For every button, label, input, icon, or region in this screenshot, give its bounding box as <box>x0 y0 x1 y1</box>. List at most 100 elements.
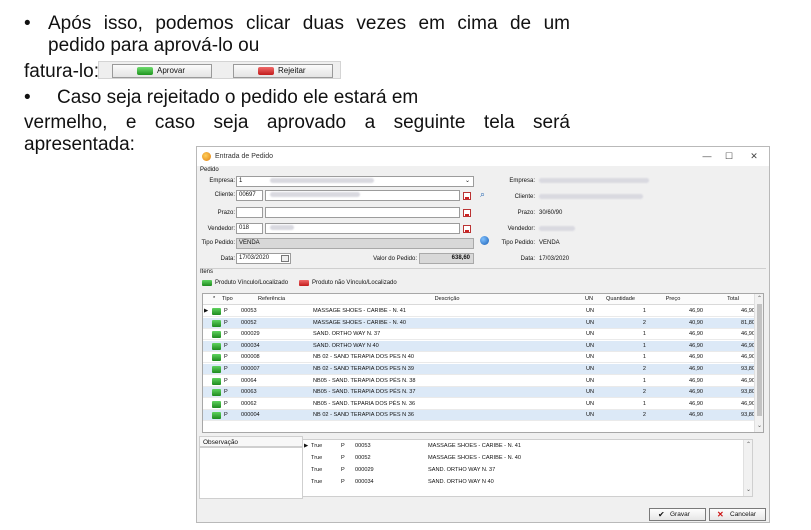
cell-descricao: MASSAGE SHOES - CARIBE - N. 41 <box>428 443 521 449</box>
cell-tipo: P <box>224 366 228 372</box>
prazo-code-input[interactable] <box>236 207 263 218</box>
tipo-pedido-field[interactable]: VENDA <box>236 238 474 249</box>
col-referencia[interactable]: Referência <box>258 294 308 305</box>
table-row[interactable]: P 000029 SAND. ORTHO WAY N. 37 UN 1 46,90 46,9… <box>203 329 755 341</box>
reject-button-label: Rejeitar <box>278 66 306 75</box>
scroll-up-icon[interactable]: ⌃ <box>756 295 763 303</box>
vendedor-name-input[interactable] <box>265 223 460 234</box>
col-un[interactable]: UN <box>585 294 599 305</box>
prazo-name-input[interactable] <box>265 207 460 218</box>
approve-button-label: Aprovar <box>157 66 186 75</box>
cell-tipo: P <box>224 377 228 384</box>
cell-un: UN <box>586 308 595 314</box>
col-descricao[interactable]: Descrição <box>311 294 583 305</box>
reject-button[interactable]: Rejeitar <box>233 64 333 78</box>
cell-quantidade: 1 <box>642 308 646 314</box>
table-row[interactable]: P 000008 NB 02 - SAND TERAPIA DOS PES N 40… <box>203 352 755 364</box>
cell-tipo: P <box>341 479 345 485</box>
cell-descricao: SAND. ORTHO WAY N. 37 <box>313 331 381 338</box>
legend-bad-label: Produto não Vínculo/Localizado <box>312 280 397 286</box>
cell-preco: 46,90 <box>689 342 703 349</box>
scroll-up-icon[interactable]: ⌃ <box>745 441 752 449</box>
resumo-tipo-value: VENDA <box>539 240 560 246</box>
scroll-down-icon[interactable]: ⌄ <box>745 486 752 494</box>
resumo-cliente-redacted <box>539 194 643 199</box>
legend-ok-label: Produto Vínculo/Localizado <box>215 280 289 286</box>
vendedor-label: Vendedor: <box>207 226 235 232</box>
resumo-vendedor-label: Vendedor: <box>507 226 535 232</box>
items-grid[interactable]: * Tipo Referência Descrição UN Quantidad… <box>202 293 764 433</box>
list-item[interactable]: True P 000034 SAND. ORTHO WAY N 40 <box>303 477 743 488</box>
cell-referencia: 000008 <box>241 354 260 361</box>
table-row[interactable]: P 00064 NB05 - SAND. TERAPIA DOS PÉS N. 38… <box>203 376 755 387</box>
approve-button[interactable]: Aprovar <box>112 64 212 78</box>
cell-preco: 46,90 <box>689 354 703 361</box>
cliente-name-input[interactable] <box>265 190 460 201</box>
vendedor-code-input[interactable]: 018 <box>236 223 263 234</box>
col-preco[interactable]: Preço <box>648 294 698 305</box>
cell-quantidade: 2 <box>642 319 646 326</box>
valor-pedido-field: 638,60 <box>419 253 474 264</box>
table-row[interactable]: P 000004 NB 02 - SAND TERAPIA DOS PES N 36… <box>203 410 755 422</box>
observacao-textarea[interactable] <box>199 447 303 499</box>
table-row[interactable]: P 00052 MASSAGE SHOES - CARIBE - N. 40 UN 2 4… <box>203 317 755 329</box>
list-item[interactable]: True P 00052 MASSAGE SHOES - CARIBE - N. 40 <box>303 453 743 464</box>
cancelar-button[interactable]: ✕ Cancelar <box>709 508 766 521</box>
table-row[interactable]: ▶ P 00053 MASSAGE SHOES - CARIBE - N. 41 UN 1… <box>203 306 755 317</box>
vendedor-lookup-icon[interactable] <box>463 225 471 233</box>
cell-descricao: NB05 - SAND. TERAPIA DOS PÉS N. 38 <box>313 377 416 384</box>
table-row[interactable]: P 000034 SAND. ORTHO WAY N 40 UN 1 46,90 46,90 <box>203 340 755 352</box>
resumo-vendedor-value <box>539 226 575 232</box>
cell-un: UN <box>586 319 595 326</box>
observacao-grid[interactable]: ▶ True P 00053 MASSAGE SHOES - CARIBE - N. 4… <box>302 439 753 497</box>
resumo-cliente-label: Cliente: <box>514 194 535 200</box>
table-row[interactable]: P 00062 NB05 - SAND. TEPARIA DOS PÉS N. 36… <box>203 399 755 410</box>
cell-tipo: P <box>224 331 228 338</box>
cell-total: 46,90 <box>741 377 755 384</box>
items-grid-scrollbar[interactable]: ⌃ ⌄ <box>754 294 763 432</box>
cell-tipo: P <box>224 319 228 326</box>
cell-flag: True <box>311 467 323 473</box>
col-indicator: * <box>213 296 216 302</box>
status-ok-icon <box>212 354 221 362</box>
table-row[interactable]: P 000007 NB 02 - SAND TERAPIA DOS PES N 39… <box>203 364 755 375</box>
cell-referencia: 000034 <box>355 479 374 485</box>
cliente-code-input[interactable]: 00697 <box>236 190 263 201</box>
tipo-pedido-value: VENDA <box>239 240 260 246</box>
col-quantidade[interactable]: Quantidade <box>606 294 646 305</box>
cancel-x-icon: ✕ <box>717 510 724 519</box>
scroll-thumb[interactable] <box>757 304 762 416</box>
search-icon[interactable]: ⌕ <box>480 189 485 200</box>
list-item[interactable]: ▶ True P 00053 MASSAGE SHOES - CARIBE - N. 4… <box>303 441 743 452</box>
cell-tipo: P <box>224 354 228 361</box>
prazo-lookup-icon[interactable] <box>463 209 471 217</box>
minimize-button[interactable]: — <box>699 150 715 163</box>
cell-preco: 46,90 <box>689 400 703 407</box>
refresh-globe-icon[interactable] <box>480 236 489 245</box>
cell-tipo: P <box>224 400 228 407</box>
current-row-arrow-icon: ▶ <box>204 308 209 314</box>
cliente-lookup-icon[interactable] <box>463 192 471 200</box>
status-ok-icon <box>212 400 221 408</box>
data-date-input[interactable]: 17/03/2020 <box>236 253 291 264</box>
valor-pedido-label: Valor do Pedido: <box>373 256 417 262</box>
cell-descricao: SAND. ORTHO WAY N. 37 <box>428 467 496 473</box>
col-total[interactable]: Total <box>708 294 758 305</box>
approved-info-line2: apresentada: <box>24 134 135 155</box>
maximize-button[interactable]: ☐ <box>721 150 737 163</box>
scroll-down-icon[interactable]: ⌄ <box>756 422 763 430</box>
list-item[interactable]: True P 000029 SAND. ORTHO WAY N. 37 <box>303 465 743 476</box>
gravar-button[interactable]: ✔ Gravar <box>649 508 706 521</box>
close-button[interactable]: ✕ <box>746 150 762 163</box>
cell-quantidade: 2 <box>642 389 646 396</box>
calendar-icon[interactable] <box>281 255 289 262</box>
col-tipo[interactable]: Tipo <box>222 294 242 305</box>
table-row[interactable]: P 00063 NB05 - SAND. TERAPIA DOS PÉS N. 37… <box>203 387 755 399</box>
empresa-select[interactable]: 1 ⌄ <box>236 176 474 187</box>
cancelar-button-label: Cancelar <box>730 511 757 518</box>
bullet-text-line1: Após isso, podemos clicar duas vezes em … <box>48 13 570 34</box>
resumo-data-value: 17/03/2020 <box>539 256 570 262</box>
observacao-grid-scrollbar[interactable]: ⌃ ⌄ <box>743 440 752 496</box>
cell-descricao: MASSAGE SHOES - CARIBE - N. 40 <box>428 455 521 461</box>
resumo-prazo-label: Prazo: <box>517 210 535 216</box>
